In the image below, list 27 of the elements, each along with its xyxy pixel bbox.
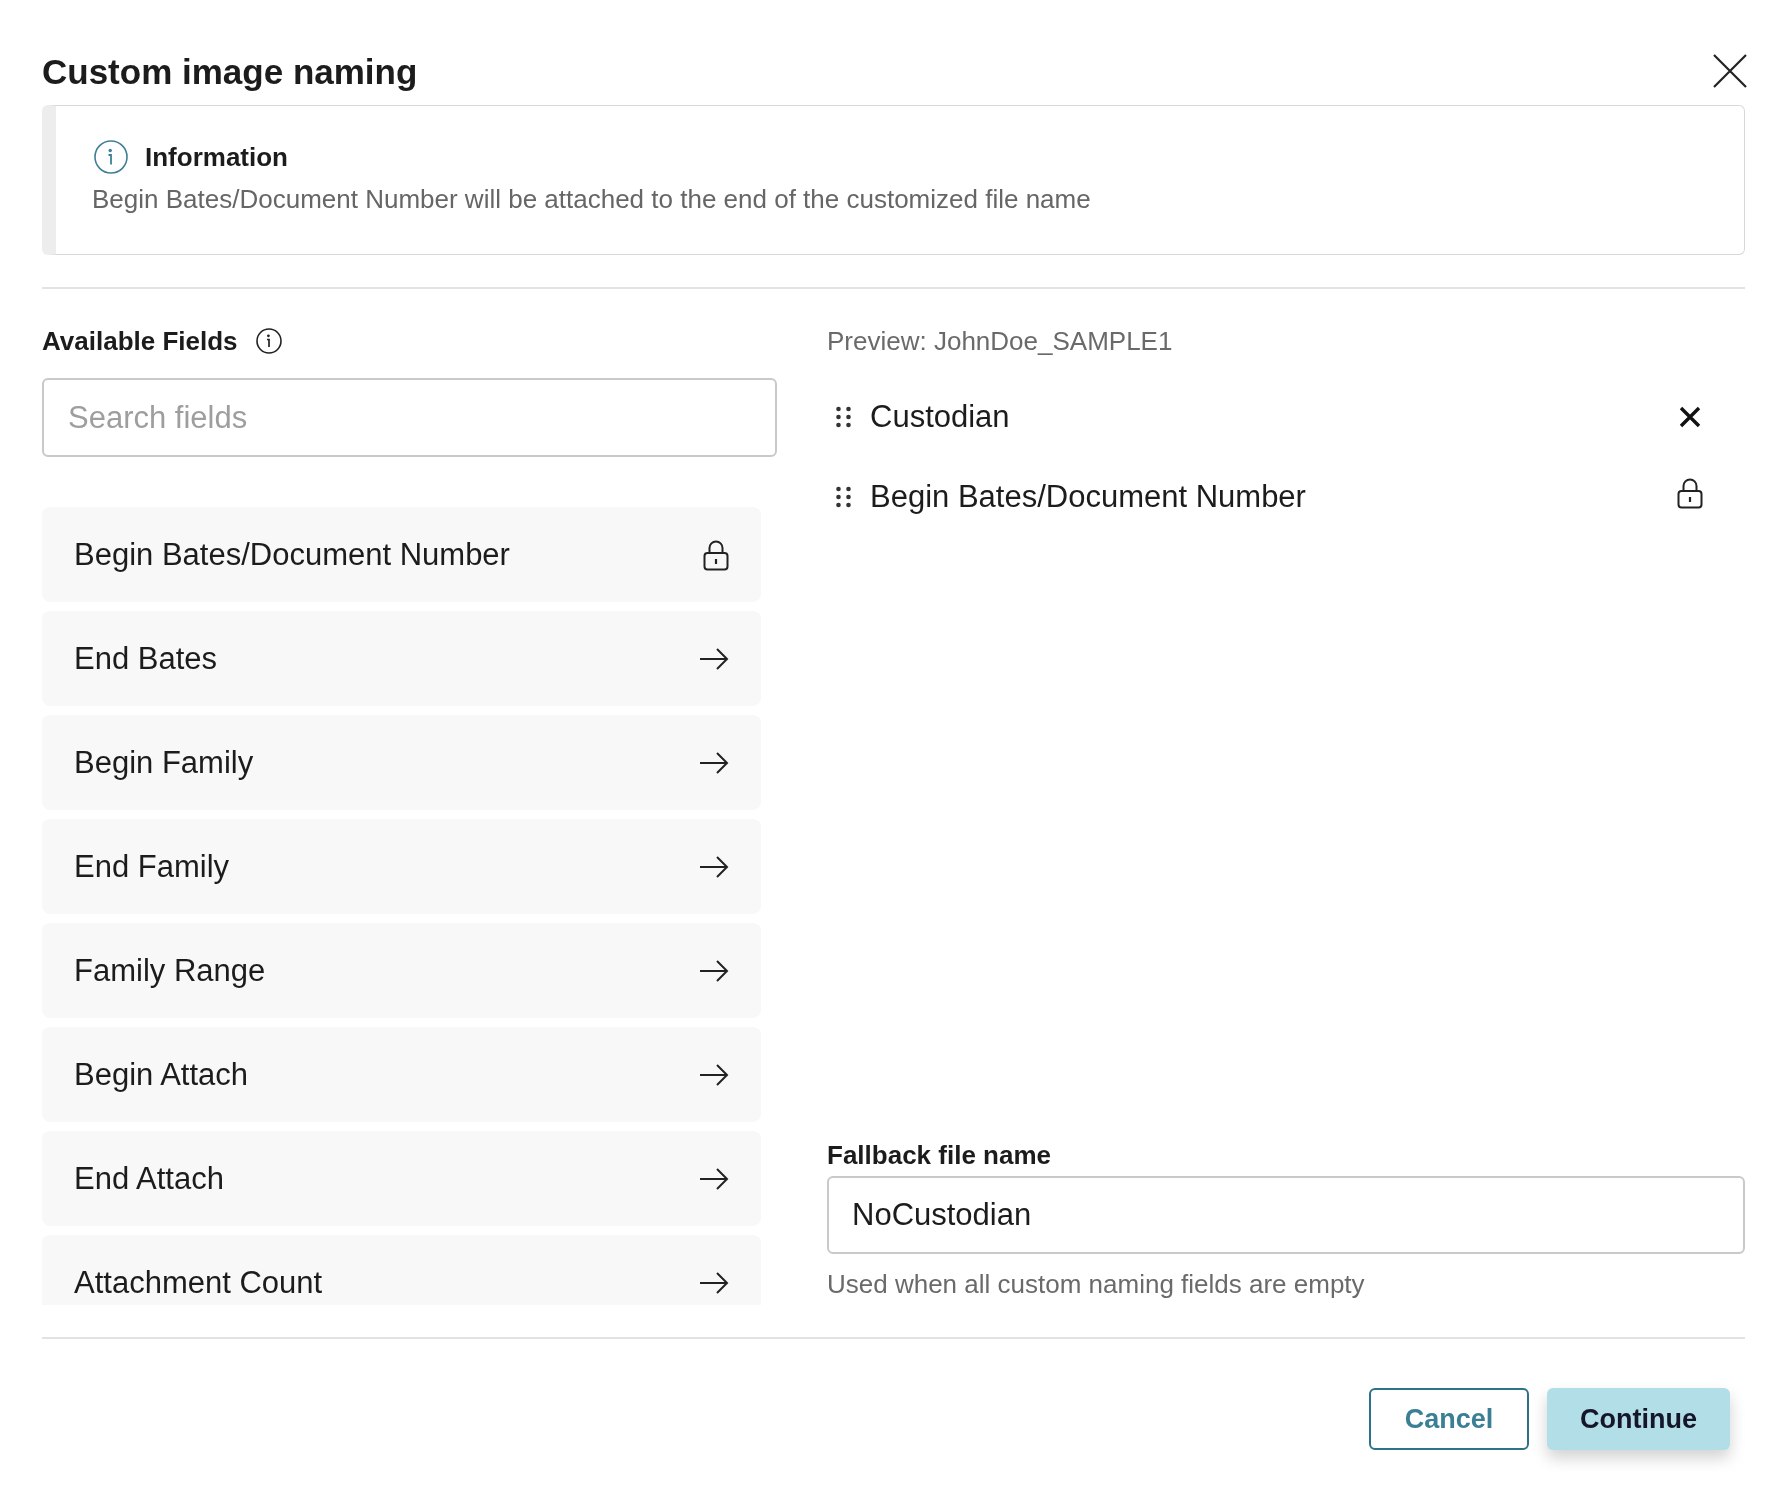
banner-title: Information: [145, 141, 288, 174]
field-list-item[interactable]: End Family: [42, 819, 761, 914]
field-list-item[interactable]: Begin Bates/Document Number: [42, 507, 761, 602]
preview-text: Preview: JohnDoe_SAMPLE1: [827, 325, 1174, 358]
cancel-button[interactable]: Cancel: [1369, 1388, 1529, 1450]
selected-field-label: Begin Bates/Document Number: [870, 478, 1307, 516]
info-icon[interactable]: [255, 328, 282, 354]
remove-icon[interactable]: [1679, 406, 1701, 428]
field-list-item[interactable]: Begin Attach: [42, 1027, 761, 1122]
close-icon[interactable]: [1713, 54, 1747, 88]
fallback-label: Fallback file name: [827, 1139, 1052, 1172]
fallback-name-field[interactable]: NoCustodian: [827, 1176, 1745, 1254]
drag-handle-icon[interactable]: [836, 406, 851, 428]
info-icon: [94, 140, 128, 174]
field-list-item[interactable]: End Attach: [42, 1131, 761, 1226]
drag-handle-icon[interactable]: [836, 486, 851, 508]
available-fields-heading: Available Fields: [42, 325, 238, 358]
banner-message: Begin Bates/Document Number will be attached to the end of the customized file name: [92, 183, 1092, 216]
field-list-item[interactable]: Begin Family: [42, 715, 761, 810]
dialog-title: Custom image naming: [42, 52, 418, 92]
field-list-item[interactable]: Family Range: [42, 923, 761, 1018]
fallback-help-text: Used when all custom naming fields are empty: [827, 1268, 1366, 1301]
field-list-item[interactable]: Attachment Count: [42, 1235, 761, 1305]
continue-button[interactable]: Continue: [1547, 1388, 1730, 1450]
selected-field-label: Custodian: [870, 398, 1011, 436]
field-list-item[interactable]: End Bates: [42, 611, 761, 706]
search-field[interactable]: Search fields: [42, 378, 777, 457]
